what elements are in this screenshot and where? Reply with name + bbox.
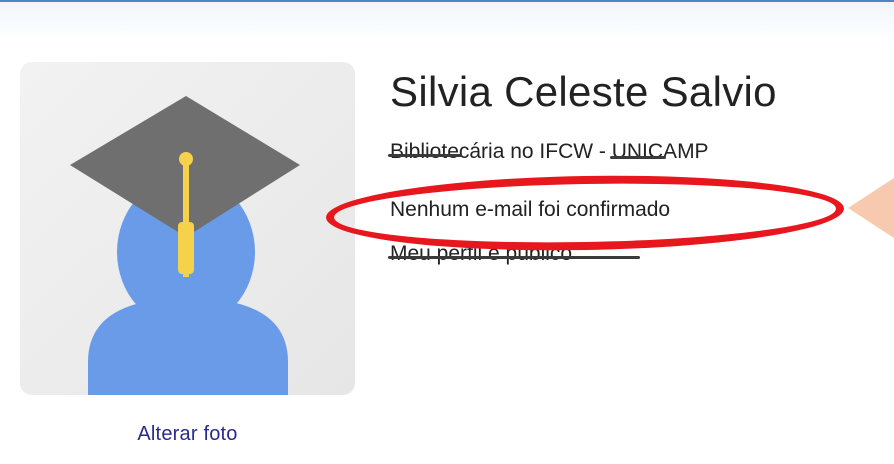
profile-affiliation: Bibliotecária no IFCW - UNICAMP [390,140,709,163]
arrow-tip [848,178,894,238]
email-status: Nenhum e-mail foi confirmado [390,198,671,221]
change-photo-link[interactable]: Alterar foto [20,423,355,446]
header-band [0,2,894,42]
graduate-avatar-icon [70,96,300,395]
profile-name: Silvia Celeste Salvio [390,68,777,115]
strike-mark [388,256,640,259]
strike-mark [388,154,462,157]
profile-photo[interactable] [20,62,355,395]
profile-visibility: Meu perfil é público [390,242,573,265]
strike-mark [610,156,666,159]
